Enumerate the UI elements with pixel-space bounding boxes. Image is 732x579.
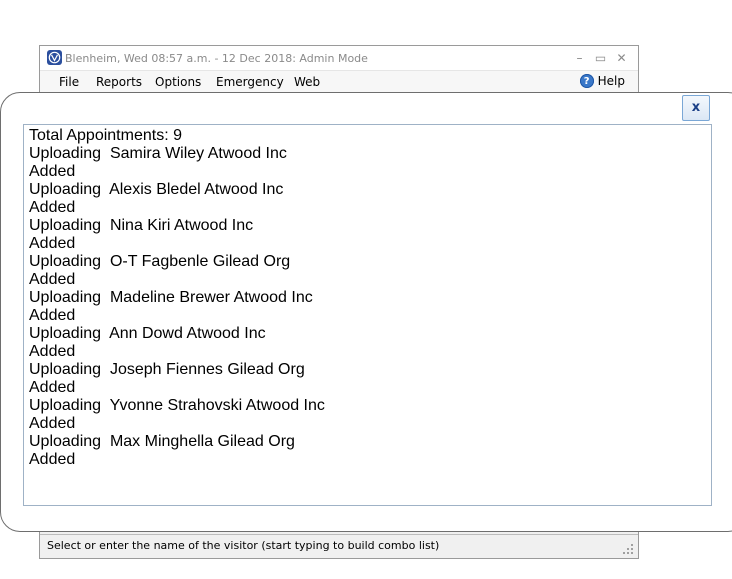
log-line: Added xyxy=(29,451,76,468)
menu-bar: File Reports Options Emergency Web ? Hel… xyxy=(40,71,638,93)
log-line: Total Appointments: 9 xyxy=(29,127,182,144)
menu-options[interactable]: Options xyxy=(155,75,201,89)
upload-log-textarea[interactable]: Total Appointments: 9 Uploading Samira Wi… xyxy=(23,124,712,506)
log-line: Uploading Alexis Bledel Atwood Inc xyxy=(29,181,284,198)
help-label: Help xyxy=(597,74,625,88)
title-bar[interactable]: Blenheim, Wed 08:57 a.m. - 12 Dec 2018: … xyxy=(40,46,638,71)
log-line: Added xyxy=(29,343,76,360)
log-lines: Total Appointments: 9 Uploading Samira Wi… xyxy=(29,127,711,469)
window-title: Blenheim, Wed 08:57 a.m. - 12 Dec 2018: … xyxy=(65,52,368,65)
log-line: Added xyxy=(29,379,76,396)
window-controls: – ▭ ✕ xyxy=(569,49,632,67)
log-line: Uploading Max Minghella Gilead Org xyxy=(29,433,295,450)
log-line: Added xyxy=(29,163,76,180)
log-line: Added xyxy=(29,307,76,324)
status-bar: Select or enter the name of the visitor … xyxy=(40,534,638,558)
menu-file[interactable]: File xyxy=(59,75,79,89)
log-line: Uploading Madeline Brewer Atwood Inc xyxy=(29,289,313,306)
minimize-button[interactable]: – xyxy=(569,49,590,67)
resize-grip-icon[interactable] xyxy=(622,543,634,555)
app-logo-icon xyxy=(47,50,62,65)
help-menu[interactable]: ? Help xyxy=(579,74,625,88)
log-line: Uploading Samira Wiley Atwood Inc xyxy=(29,145,287,162)
log-line: Added xyxy=(29,199,76,216)
log-line: Uploading Nina Kiri Atwood Inc xyxy=(29,217,254,234)
menu-reports[interactable]: Reports xyxy=(96,75,142,89)
log-line: Uploading Ann Dowd Atwood Inc xyxy=(29,325,266,342)
help-icon: ? xyxy=(579,74,594,88)
log-line: Added xyxy=(29,271,76,288)
menu-emergency[interactable]: Emergency xyxy=(216,75,284,89)
status-text: Select or enter the name of the visitor … xyxy=(47,539,440,552)
log-line: Uploading Yvonne Strahovski Atwood Inc xyxy=(29,397,325,414)
menu-web[interactable]: Web xyxy=(294,75,320,89)
upload-log-dialog: x Total Appointments: 9 Uploading Samira … xyxy=(0,92,732,532)
close-dialog-button[interactable]: x xyxy=(682,95,710,121)
log-line: Added xyxy=(29,235,76,252)
log-line: Added xyxy=(29,415,76,432)
close-window-button[interactable]: ✕ xyxy=(611,49,632,67)
log-line: Uploading O-T Fagbenle Gilead Org xyxy=(29,253,291,270)
maximize-button[interactable]: ▭ xyxy=(590,49,611,67)
log-line: Uploading Joseph Fiennes Gilead Org xyxy=(29,361,305,378)
